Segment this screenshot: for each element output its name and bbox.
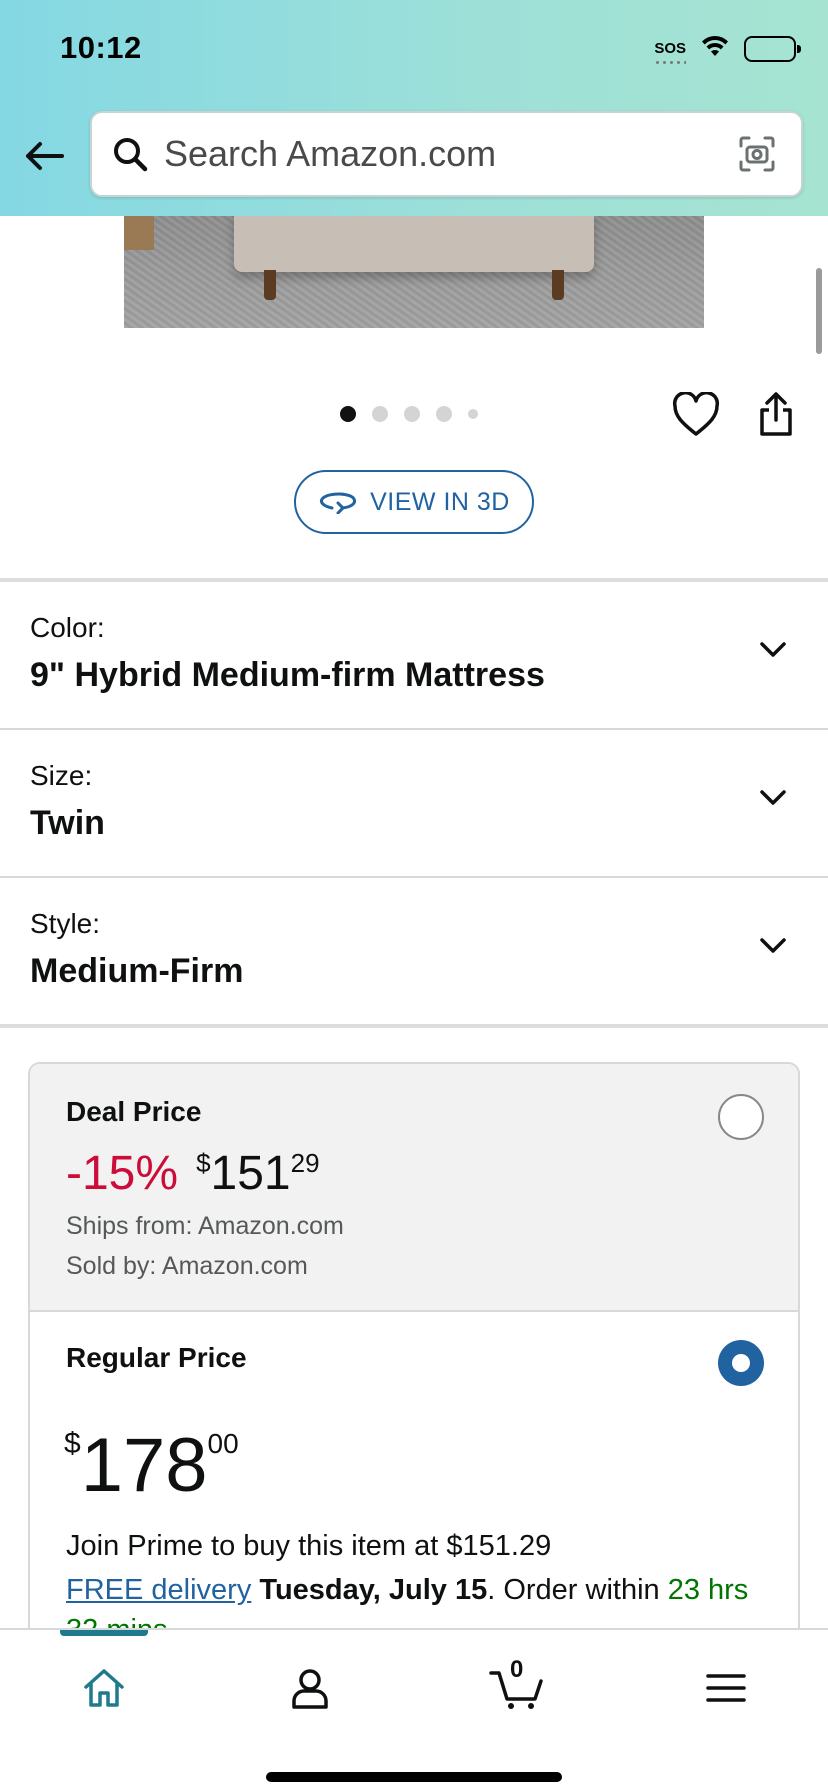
- prime-offer-text: Join Prime to buy this item at $151.29: [66, 1530, 552, 1562]
- home-indicator: [266, 1772, 562, 1782]
- header: 10:12 SOS Search Amazon.com: [0, 0, 828, 216]
- free-delivery-link[interactable]: FREE delivery: [66, 1574, 251, 1606]
- battery-icon: [744, 35, 801, 62]
- carousel-dot[interactable]: [436, 406, 452, 422]
- deal-price-option[interactable]: Deal Price -15% $ 151 29 Ships from: Ama…: [30, 1064, 798, 1312]
- regular-price-radio[interactable]: [718, 1340, 764, 1386]
- variant-value: 9" Hybrid Medium-firm Mattress: [30, 656, 545, 694]
- sos-indicator: SOS: [654, 39, 686, 64]
- carousel-dot[interactable]: [372, 406, 388, 422]
- status-icons: SOS: [654, 34, 801, 64]
- variant-size-selector[interactable]: Size: Twin: [0, 730, 828, 874]
- arrow-left-icon: [26, 142, 64, 170]
- product-image[interactable]: [124, 210, 704, 328]
- price-fraction: 29: [290, 1148, 320, 1178]
- share-icon: [760, 392, 792, 436]
- chevron-down-icon: [760, 642, 786, 657]
- regular-price: $ 178 00: [64, 1424, 239, 1508]
- price-fraction: 00: [207, 1428, 239, 1459]
- view-in-3d-button[interactable]: VIEW IN 3D: [294, 470, 534, 534]
- account-icon: [292, 1669, 328, 1709]
- variant-value: Twin: [30, 804, 105, 842]
- search-input[interactable]: Search Amazon.com: [164, 133, 735, 175]
- chevron-down-icon: [760, 938, 786, 953]
- variant-label: Size:: [30, 760, 93, 791]
- variant-style-selector[interactable]: Style: Medium-Firm: [0, 878, 828, 1022]
- status-time: 10:12: [60, 30, 142, 65]
- nav-active-indicator: [60, 1630, 148, 1636]
- sold-by: Sold by: Amazon.com: [66, 1252, 308, 1280]
- nav-home[interactable]: [74, 1658, 134, 1718]
- ships-from: Ships from: Amazon.com: [66, 1212, 344, 1240]
- menu-icon: [706, 1674, 746, 1702]
- variant-color-selector[interactable]: Color: 9" Hybrid Medium-firm Mattress: [0, 582, 828, 726]
- deal-price: -15% $ 151 29: [66, 1146, 320, 1202]
- variant-value: Medium-Firm: [30, 952, 244, 990]
- search-bar[interactable]: Search Amazon.com: [90, 111, 803, 197]
- chevron-down-icon: [760, 790, 786, 805]
- view-in-3d-label: VIEW IN 3D: [370, 487, 510, 516]
- wifi-icon: [700, 34, 730, 63]
- nav-menu[interactable]: [696, 1658, 756, 1718]
- divider: [0, 1024, 828, 1028]
- price-whole: 178: [80, 1423, 208, 1508]
- deal-price-radio[interactable]: [718, 1094, 764, 1140]
- discount-percent: -15%: [66, 1147, 179, 1200]
- order-within-text: . Order within: [487, 1574, 668, 1606]
- regular-price-title: Regular Price: [66, 1342, 247, 1373]
- variant-label: Style:: [30, 908, 101, 939]
- heart-icon: [672, 391, 720, 436]
- home-icon: [84, 1669, 124, 1707]
- currency-symbol: $: [196, 1148, 211, 1178]
- image-carousel-dots[interactable]: [340, 406, 478, 422]
- delivery-date: Tuesday, July 15: [259, 1574, 488, 1606]
- back-button[interactable]: [22, 134, 66, 178]
- bed-graphic: [234, 210, 594, 272]
- bottom-nav: 0: [0, 1628, 828, 1792]
- cart-count: 0: [510, 1656, 524, 1683]
- carousel-dot[interactable]: [404, 406, 420, 422]
- scrollbar[interactable]: [816, 268, 822, 354]
- carousel-dot[interactable]: [468, 409, 478, 419]
- rotate-3d-icon: [320, 492, 357, 514]
- product-page: 10:12 SOS Search Amazon.com VIEW IN 3D C…: [0, 0, 828, 1792]
- camera-search-icon[interactable]: [735, 132, 779, 176]
- search-icon: [110, 134, 150, 174]
- wishlist-button[interactable]: [672, 391, 720, 438]
- currency-symbol: $: [64, 1427, 81, 1460]
- nav-account[interactable]: [280, 1658, 340, 1718]
- share-button[interactable]: [756, 390, 796, 438]
- carousel-dot[interactable]: [340, 406, 356, 422]
- deal-price-title: Deal Price: [66, 1096, 202, 1127]
- price-whole: 151: [210, 1147, 291, 1200]
- nav-cart[interactable]: 0: [488, 1656, 548, 1718]
- variant-label: Color:: [30, 612, 105, 643]
